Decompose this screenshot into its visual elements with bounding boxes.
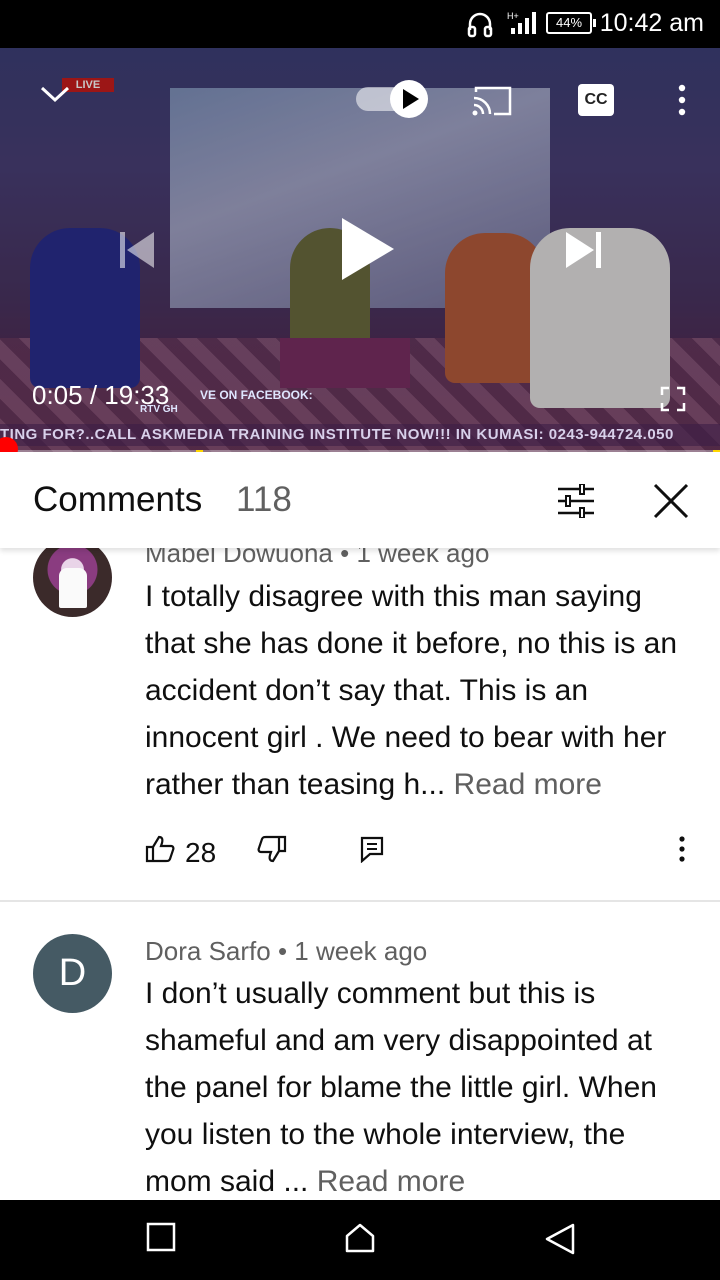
autoplay-toggle-icon (390, 80, 428, 118)
avatar-letter: D (58, 952, 87, 994)
read-more-link[interactable]: Read more (454, 768, 602, 801)
ticker-overlay: VE ON FACEBOOK: (200, 388, 313, 402)
comments-panel: Comments 118 Mabel Dowuona • 1 week ago … (0, 452, 720, 1200)
signal-icon: H+ (507, 11, 536, 34)
avatar-photo-figure (59, 568, 87, 608)
clock: 10:42 am (599, 9, 704, 37)
comments-title: Comments (33, 480, 203, 519)
fullscreen-icon[interactable] (660, 386, 686, 412)
autoplay-toggle[interactable] (356, 80, 430, 118)
comment-text[interactable]: I don’t usually comment but this is sham… (145, 970, 700, 1200)
read-more-link[interactable]: Read more (317, 1165, 465, 1198)
more-vert-icon[interactable] (677, 835, 687, 863)
svg-text:H+: H+ (507, 11, 519, 21)
cast-icon[interactable] (472, 84, 512, 116)
close-icon[interactable] (652, 482, 690, 520)
sort-filter-icon[interactable] (556, 484, 596, 518)
skip-previous-icon[interactable] (118, 230, 158, 270)
avatar[interactable]: D (33, 934, 112, 1013)
reply-icon[interactable] (359, 835, 385, 863)
video-player[interactable]: LIVE CC 0:05 / 19:33 VE ON FACEBOOK: RTV… (0, 48, 720, 452)
captions-button[interactable]: CC (578, 84, 614, 116)
comment-meta: Dora Sarfo • 1 week ago (145, 936, 428, 966)
more-vert-icon[interactable] (676, 84, 688, 116)
system-nav-bar (0, 1200, 720, 1280)
avatar[interactable] (33, 538, 112, 617)
divider (0, 900, 720, 902)
headphone-icon (467, 12, 493, 38)
channel-watermark: RTV GH (140, 404, 178, 415)
comment-item: D Dora Sarfo • 1 week ago I don’t usuall… (0, 932, 720, 1200)
thumbs-up-icon[interactable] (145, 835, 175, 863)
battery-indicator: 44% (546, 12, 596, 34)
skip-next-icon[interactable] (564, 230, 604, 270)
comment-text[interactable]: I totally disagree with this man saying … (145, 573, 700, 808)
comments-count: 118 (236, 480, 292, 519)
recents-square-icon[interactable] (146, 1222, 176, 1252)
like-count: 28 (185, 837, 217, 868)
chevron-down-icon[interactable] (40, 84, 70, 104)
status-bar: H+ 44% 10:42 am (0, 0, 720, 48)
thumbs-down-icon[interactable] (257, 835, 287, 863)
back-triangle-icon[interactable] (544, 1222, 576, 1256)
comments-header: Comments 118 (0, 452, 720, 548)
play-icon[interactable] (340, 216, 396, 282)
comment-actions: 28 (145, 835, 705, 875)
news-ticker: TING FOR?..CALL ASKMEDIA TRAINING INSTIT… (0, 424, 720, 446)
home-icon[interactable] (344, 1222, 376, 1254)
